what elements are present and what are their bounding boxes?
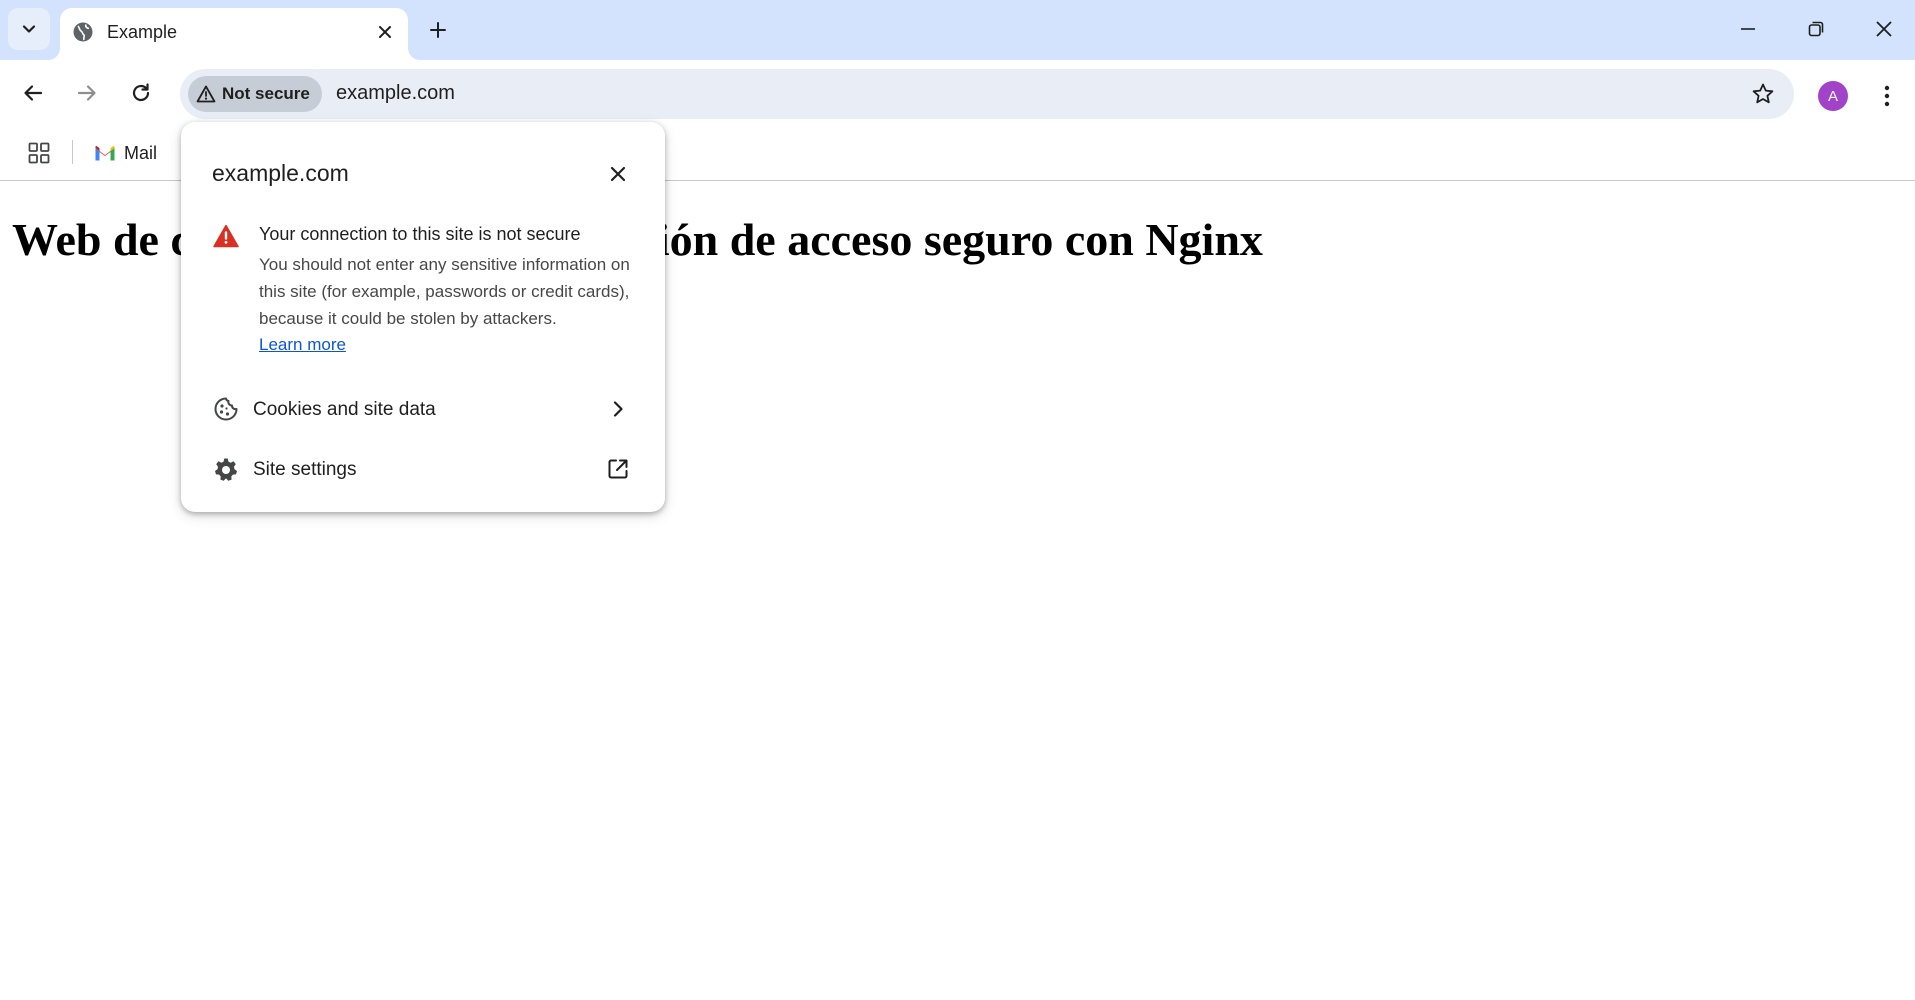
globe-icon bbox=[73, 22, 93, 42]
tab-close-button[interactable] bbox=[372, 19, 398, 45]
learn-more-link[interactable]: Learn more bbox=[259, 335, 346, 355]
back-button[interactable] bbox=[14, 74, 52, 112]
security-chip-label: Not secure bbox=[222, 84, 310, 103]
site-settings-row-label: Site settings bbox=[253, 459, 357, 480]
cookies-row-label: Cookies and site data bbox=[253, 399, 436, 420]
toolbar: Not secure example.com A bbox=[0, 60, 1915, 126]
profile-avatar[interactable]: A bbox=[1818, 81, 1848, 111]
bookmarks-divider bbox=[72, 140, 73, 164]
forward-button[interactable] bbox=[68, 74, 106, 112]
arrow-right-icon bbox=[77, 85, 96, 101]
restore-icon bbox=[1808, 21, 1824, 37]
open-in-new-icon bbox=[608, 459, 628, 479]
site-settings-row[interactable]: Site settings bbox=[181, 442, 665, 498]
bookmark-star-button[interactable] bbox=[1748, 79, 1778, 109]
apps-button[interactable] bbox=[24, 138, 54, 168]
warning-icon bbox=[196, 85, 216, 103]
bookmark-mail-label: Mail bbox=[124, 142, 158, 163]
close-icon bbox=[379, 26, 391, 38]
popup-close-button[interactable] bbox=[603, 159, 633, 189]
close-window-button[interactable] bbox=[1862, 12, 1906, 46]
security-chip[interactable]: Not secure bbox=[188, 76, 322, 112]
apps-grid-icon bbox=[28, 142, 50, 164]
chevron-down-icon bbox=[22, 25, 36, 33]
warning-triangle-icon bbox=[213, 224, 239, 248]
popup-title: example.com bbox=[212, 160, 349, 186]
tab-strip: Example bbox=[0, 0, 1915, 60]
cookies-row-chevron bbox=[605, 396, 631, 422]
new-tab-button[interactable] bbox=[424, 16, 452, 44]
cookies-and-site-data-row[interactable]: Cookies and site data bbox=[181, 382, 665, 438]
tab-active[interactable]: Example bbox=[60, 8, 408, 60]
bookmark-mail[interactable]: Mail bbox=[94, 138, 157, 168]
url-text[interactable]: example.com bbox=[336, 82, 455, 105]
close-icon bbox=[610, 166, 626, 182]
gear-icon bbox=[215, 458, 237, 481]
cookie-icon bbox=[214, 397, 238, 421]
address-bar[interactable]: Not secure example.com bbox=[180, 69, 1794, 119]
gmail-icon bbox=[95, 145, 115, 160]
reload-button[interactable] bbox=[122, 74, 160, 112]
more-vertical-icon bbox=[1884, 85, 1890, 107]
browser-menu-button[interactable] bbox=[1872, 79, 1902, 113]
close-icon bbox=[1876, 21, 1892, 37]
site-settings-open-external bbox=[605, 456, 631, 482]
minimize-button[interactable] bbox=[1726, 12, 1770, 46]
profile-initial: A bbox=[1827, 87, 1838, 105]
tab-search-button[interactable] bbox=[8, 8, 50, 50]
restore-button[interactable] bbox=[1794, 12, 1838, 46]
warning-body: You should not enter any sensitive infor… bbox=[259, 255, 630, 328]
tab-title: Example bbox=[107, 22, 178, 42]
site-info-popup: example.com Your connection to this site… bbox=[181, 122, 665, 512]
plus-icon bbox=[430, 22, 446, 38]
star-icon bbox=[1752, 83, 1774, 104]
chevron-right-icon bbox=[613, 401, 623, 417]
warning-heading: Your connection to this site is not secu… bbox=[259, 224, 581, 244]
arrow-left-icon bbox=[24, 85, 43, 101]
minimize-icon bbox=[1741, 28, 1755, 30]
reload-icon bbox=[132, 83, 150, 102]
